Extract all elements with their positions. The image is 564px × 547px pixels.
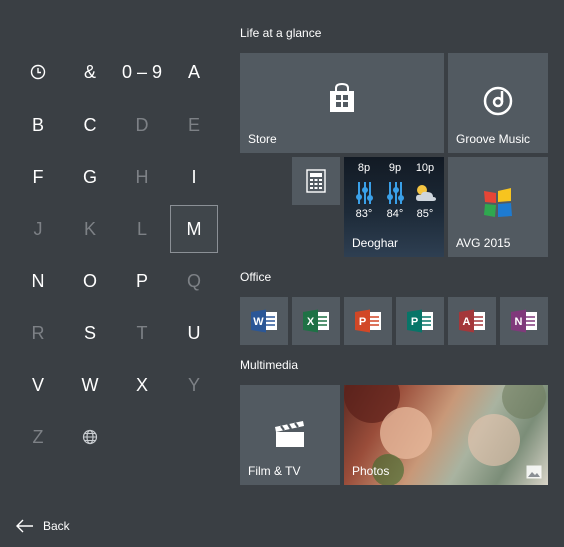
office-letter: P bbox=[359, 316, 366, 328]
back-button[interactable]: Back bbox=[16, 515, 70, 537]
forecast-temp: 84° bbox=[386, 208, 404, 220]
tile-photos[interactable]: Photos bbox=[344, 385, 548, 485]
tile-label: Photos bbox=[352, 464, 390, 478]
jump-letter[interactable]: M bbox=[170, 205, 218, 253]
sliders-icon bbox=[387, 182, 404, 204]
jump-letter[interactable]: P bbox=[118, 257, 166, 305]
back-label: Back bbox=[43, 519, 70, 533]
forecast-hour: 8p 83° bbox=[349, 162, 379, 220]
jump-letter: T bbox=[136, 322, 148, 343]
tile-calculator[interactable] bbox=[292, 157, 340, 205]
jump-recent[interactable] bbox=[14, 48, 62, 96]
image-icon bbox=[526, 465, 542, 479]
tile-label: Deoghar bbox=[352, 236, 399, 250]
clock-icon bbox=[30, 64, 46, 80]
partly-cloudy-icon bbox=[416, 185, 436, 201]
jump-letter: D bbox=[135, 114, 149, 135]
office-letter: A bbox=[463, 316, 471, 328]
jump-letter[interactable]: 0 – 9 bbox=[118, 48, 166, 96]
clapperboard-icon bbox=[275, 421, 304, 447]
jump-letter[interactable]: I bbox=[170, 153, 218, 201]
jump-letter[interactable]: V bbox=[14, 361, 62, 409]
word-icon: W bbox=[251, 309, 277, 333]
publisher-icon: P bbox=[407, 309, 433, 333]
onenote-icon: N bbox=[511, 309, 537, 333]
office-letter: W bbox=[253, 316, 264, 328]
forecast-temp: 85° bbox=[416, 208, 434, 220]
jump-letter[interactable]: G bbox=[66, 153, 114, 201]
jump-letter[interactable]: & bbox=[66, 48, 114, 96]
sliders-icon bbox=[356, 182, 373, 204]
jump-letter: Z bbox=[32, 426, 44, 447]
group-header-life[interactable]: Life at a glance bbox=[240, 26, 321, 40]
jump-letter: Y bbox=[187, 374, 200, 395]
jump-letter[interactable]: F bbox=[14, 153, 62, 201]
forecast-hour: 9p 84° bbox=[380, 162, 410, 220]
jump-letter: L bbox=[136, 218, 147, 239]
jump-letter[interactable]: U bbox=[170, 309, 218, 357]
store-bag-icon bbox=[330, 83, 354, 112]
jump-letter: R bbox=[31, 322, 45, 343]
jump-letter[interactable]: C bbox=[66, 101, 114, 149]
avg-logo-icon bbox=[484, 188, 512, 217]
jump-letter[interactable]: W bbox=[66, 361, 114, 409]
tile-label: Film & TV bbox=[248, 464, 301, 478]
tile-weather[interactable]: 8p 83° 9p 84° 10p 85° Deoghar bbox=[344, 157, 444, 257]
powerpoint-icon: P bbox=[355, 309, 381, 333]
jump-letter[interactable]: A bbox=[170, 48, 218, 96]
tile-publisher[interactable]: P bbox=[396, 297, 444, 345]
tile-access[interactable]: A bbox=[448, 297, 496, 345]
jump-letter[interactable]: O bbox=[66, 257, 114, 305]
calculator-icon bbox=[306, 169, 326, 193]
tile-powerpoint[interactable]: P bbox=[344, 297, 392, 345]
forecast-temp: 83° bbox=[355, 208, 373, 220]
tile-label: Groove Music bbox=[456, 132, 531, 146]
jump-letter: J bbox=[33, 218, 43, 239]
jump-letter[interactable]: B bbox=[14, 101, 62, 149]
tile-label: AVG 2015 bbox=[456, 236, 511, 250]
jump-letter[interactable]: N bbox=[14, 257, 62, 305]
globe-icon bbox=[82, 429, 98, 445]
tile-store[interactable]: Store bbox=[240, 53, 444, 153]
office-letter: X bbox=[307, 316, 315, 328]
jump-letter: K bbox=[83, 218, 96, 239]
jump-letter[interactable]: S bbox=[66, 309, 114, 357]
access-icon: A bbox=[459, 309, 485, 333]
office-letter: N bbox=[515, 316, 523, 328]
group-header-multimedia[interactable]: Multimedia bbox=[240, 358, 298, 372]
tile-word[interactable]: W bbox=[240, 297, 288, 345]
group-header-office[interactable]: Office bbox=[240, 270, 271, 284]
jump-letter[interactable]: X bbox=[118, 361, 166, 409]
tile-label: Store bbox=[248, 132, 277, 146]
arrow-left-icon bbox=[16, 519, 33, 533]
tile-avg[interactable]: AVG 2015 bbox=[448, 157, 548, 257]
forecast-hour: 10p 85° bbox=[410, 162, 440, 220]
office-letter: P bbox=[411, 316, 418, 328]
jump-globe[interactable] bbox=[66, 413, 114, 461]
excel-icon: X bbox=[303, 309, 329, 333]
groove-music-icon bbox=[483, 86, 513, 116]
jump-letter: E bbox=[187, 114, 200, 135]
tile-film-tv[interactable]: Film & TV bbox=[240, 385, 340, 485]
jump-letter: H bbox=[135, 166, 149, 187]
tile-excel[interactable]: X bbox=[292, 297, 340, 345]
tile-onenote[interactable]: N bbox=[500, 297, 548, 345]
jump-letter: Q bbox=[186, 270, 201, 291]
tile-groove-music[interactable]: Groove Music bbox=[448, 53, 548, 153]
